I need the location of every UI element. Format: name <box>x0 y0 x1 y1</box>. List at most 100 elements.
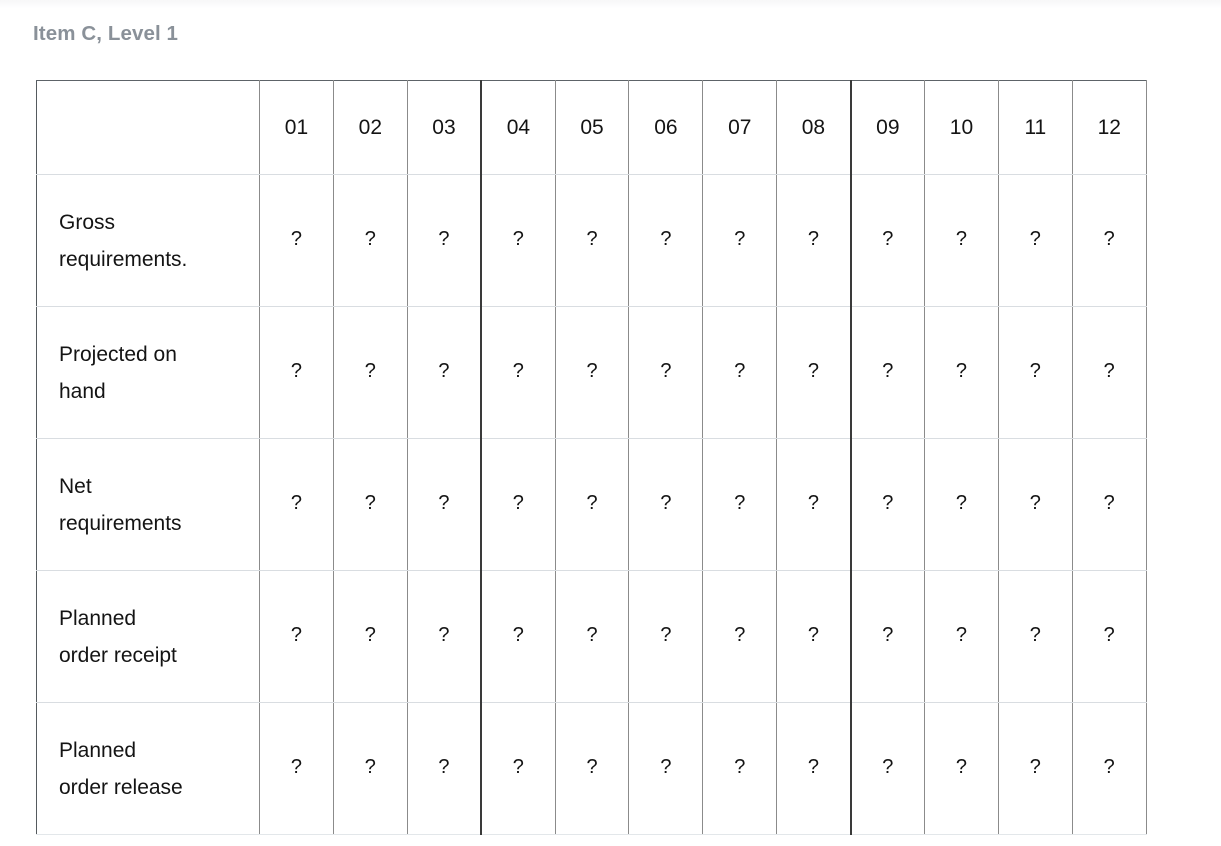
header-period-11: 11 <box>997 80 1073 175</box>
cell-net-requirements-04[interactable]: ? <box>480 438 556 571</box>
header-period-08: 08 <box>776 80 852 175</box>
header-period-10: 10 <box>924 80 999 175</box>
cell-projected-on-hand-01[interactable]: ? <box>259 306 334 439</box>
cell-net-requirements-12[interactable]: ? <box>1071 438 1147 571</box>
mrp-table-container: 01 02 03 04 05 06 07 08 09 10 11 12 Gros… <box>36 80 1147 835</box>
cell-planned-order-receipt-08[interactable]: ? <box>776 570 852 703</box>
header-row: 01 02 03 04 05 06 07 08 09 10 11 12 <box>36 80 1147 175</box>
cell-planned-order-receipt-04[interactable]: ? <box>480 570 556 703</box>
cell-gross-requirements-07[interactable]: ? <box>702 174 778 307</box>
row-label-line: Net <box>59 474 92 498</box>
cell-gross-requirements-05[interactable]: ? <box>554 174 630 307</box>
cell-planned-order-receipt-10[interactable]: ? <box>924 570 999 703</box>
cell-projected-on-hand-11[interactable]: ? <box>997 306 1073 439</box>
cell-planned-order-release-10[interactable]: ? <box>924 702 999 835</box>
row-label-line: Planned <box>59 738 137 762</box>
table-row: Net requirements ? ? ? ? ? ? ? ? ? ? ? ? <box>36 438 1147 571</box>
cell-gross-requirements-09[interactable]: ? <box>850 174 926 307</box>
cell-projected-on-hand-03[interactable]: ? <box>406 306 483 439</box>
cell-net-requirements-11[interactable]: ? <box>997 438 1073 571</box>
cell-net-requirements-10[interactable]: ? <box>924 438 999 571</box>
cell-planned-order-release-01[interactable]: ? <box>259 702 334 835</box>
cell-planned-order-receipt-09[interactable]: ? <box>850 570 926 703</box>
cell-projected-on-hand-06[interactable]: ? <box>628 306 704 439</box>
cell-projected-on-hand-04[interactable]: ? <box>480 306 556 439</box>
cell-planned-order-release-04[interactable]: ? <box>480 702 556 835</box>
header-period-01: 01 <box>259 80 334 175</box>
cell-planned-order-release-08[interactable]: ? <box>776 702 852 835</box>
cell-gross-requirements-10[interactable]: ? <box>924 174 999 307</box>
cell-projected-on-hand-02[interactable]: ? <box>332 306 408 439</box>
cell-projected-on-hand-08[interactable]: ? <box>776 306 852 439</box>
header-period-03: 03 <box>406 80 483 175</box>
cell-net-requirements-05[interactable]: ? <box>554 438 630 571</box>
cell-planned-order-release-05[interactable]: ? <box>554 702 630 835</box>
page-root: Item C, Level 1 01 02 03 04 05 06 07 08 … <box>0 0 1221 846</box>
cell-gross-requirements-11[interactable]: ? <box>997 174 1073 307</box>
cell-projected-on-hand-07[interactable]: ? <box>702 306 778 439</box>
row-label-line: Projected on <box>59 342 177 366</box>
cell-planned-order-receipt-03[interactable]: ? <box>406 570 483 703</box>
cell-gross-requirements-03[interactable]: ? <box>406 174 483 307</box>
header-corner-cell <box>36 80 260 175</box>
cell-planned-order-release-02[interactable]: ? <box>332 702 408 835</box>
row-label-line: order receipt <box>59 643 177 667</box>
cell-projected-on-hand-09[interactable]: ? <box>850 306 926 439</box>
cell-projected-on-hand-05[interactable]: ? <box>554 306 630 439</box>
table-row: Planned order receipt ? ? ? ? ? ? ? ? ? … <box>36 570 1147 703</box>
header-period-07: 07 <box>702 80 778 175</box>
header-period-02: 02 <box>332 80 408 175</box>
cell-planned-order-release-09[interactable]: ? <box>850 702 926 835</box>
table-row: Planned order release ? ? ? ? ? ? ? ? ? … <box>36 702 1147 835</box>
table-row: Projected on hand ? ? ? ? ? ? ? ? ? ? ? … <box>36 306 1147 439</box>
cell-planned-order-release-03[interactable]: ? <box>406 702 483 835</box>
cell-projected-on-hand-10[interactable]: ? <box>924 306 999 439</box>
cell-net-requirements-02[interactable]: ? <box>332 438 408 571</box>
cell-planned-order-receipt-05[interactable]: ? <box>554 570 630 703</box>
header-period-09: 09 <box>850 80 926 175</box>
cell-planned-order-release-07[interactable]: ? <box>702 702 778 835</box>
row-label-line: order release <box>59 775 183 799</box>
cell-planned-order-receipt-07[interactable]: ? <box>702 570 778 703</box>
header-period-04: 04 <box>480 80 556 175</box>
cell-net-requirements-01[interactable]: ? <box>259 438 334 571</box>
cell-planned-order-receipt-02[interactable]: ? <box>332 570 408 703</box>
row-label-line: Planned <box>59 606 137 630</box>
row-label-line: Gross <box>59 210 116 234</box>
cell-planned-order-receipt-12[interactable]: ? <box>1071 570 1147 703</box>
page-title: Item C, Level 1 <box>33 22 179 45</box>
cell-planned-order-release-12[interactable]: ? <box>1071 702 1147 835</box>
cell-planned-order-receipt-01[interactable]: ? <box>259 570 334 703</box>
cell-net-requirements-09[interactable]: ? <box>850 438 926 571</box>
row-label-projected-on-hand: Projected on hand <box>36 306 260 439</box>
cell-net-requirements-08[interactable]: ? <box>776 438 852 571</box>
table-row: Gross requirements. ? ? ? ? ? ? ? ? ? ? … <box>36 174 1147 307</box>
row-label-net-requirements: Net requirements <box>36 438 260 571</box>
cell-gross-requirements-04[interactable]: ? <box>480 174 556 307</box>
cell-planned-order-receipt-11[interactable]: ? <box>997 570 1073 703</box>
row-label-line: hand <box>59 379 106 403</box>
cell-net-requirements-07[interactable]: ? <box>702 438 778 571</box>
cell-planned-order-release-06[interactable]: ? <box>628 702 704 835</box>
cell-gross-requirements-06[interactable]: ? <box>628 174 704 307</box>
cell-planned-order-release-11[interactable]: ? <box>997 702 1073 835</box>
cell-gross-requirements-01[interactable]: ? <box>259 174 334 307</box>
header-period-05: 05 <box>554 80 630 175</box>
top-band <box>0 0 1221 8</box>
row-label-line: requirements <box>59 511 182 535</box>
row-label-planned-order-receipt: Planned order receipt <box>36 570 260 703</box>
table-body: Gross requirements. ? ? ? ? ? ? ? ? ? ? … <box>36 174 1147 835</box>
cell-projected-on-hand-12[interactable]: ? <box>1071 306 1147 439</box>
cell-net-requirements-06[interactable]: ? <box>628 438 704 571</box>
cell-gross-requirements-08[interactable]: ? <box>776 174 852 307</box>
cell-planned-order-receipt-06[interactable]: ? <box>628 570 704 703</box>
cell-gross-requirements-02[interactable]: ? <box>332 174 408 307</box>
table-header: 01 02 03 04 05 06 07 08 09 10 11 12 <box>36 80 1147 175</box>
cell-gross-requirements-12[interactable]: ? <box>1071 174 1147 307</box>
header-period-12: 12 <box>1071 80 1147 175</box>
row-label-gross-requirements: Gross requirements. <box>36 174 260 307</box>
header-period-06: 06 <box>628 80 704 175</box>
row-label-planned-order-release: Planned order release <box>36 702 260 835</box>
cell-net-requirements-03[interactable]: ? <box>406 438 483 571</box>
mrp-table: 01 02 03 04 05 06 07 08 09 10 11 12 Gros… <box>36 80 1147 835</box>
